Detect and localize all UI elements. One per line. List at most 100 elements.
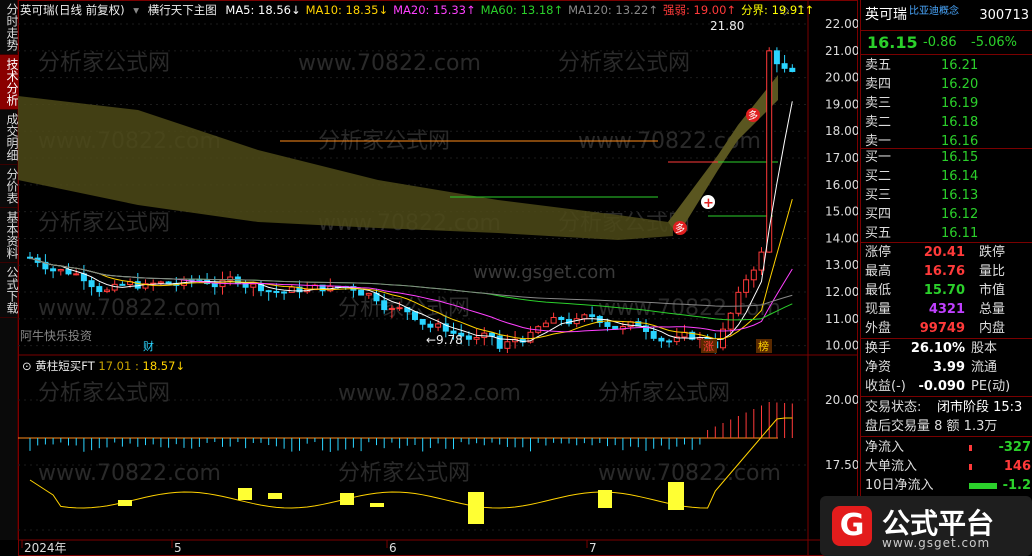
price-axis-label: 19.00 xyxy=(825,97,858,111)
low-annotation: ←9.78 xyxy=(426,333,463,347)
rising-cloud xyxy=(668,75,778,235)
candle-body xyxy=(281,291,288,294)
after-hours-text: 盘后交易量 8 额 1.3万 xyxy=(865,419,998,434)
high-annotation: 21.80 xyxy=(710,19,744,33)
panel-divider xyxy=(861,396,1032,397)
stat2-value: 3.99 xyxy=(932,360,965,375)
stat-row-0: 涨停 20.41 跌停 xyxy=(861,243,1032,262)
ask-row-3: 卖三 16.19 xyxy=(861,94,1032,113)
candle-body xyxy=(396,307,403,310)
candle-body xyxy=(412,311,418,320)
ma-value-5: 强弱: 19.00↑ xyxy=(662,3,737,17)
candle-body xyxy=(211,283,218,288)
bid-price: 16.12 xyxy=(941,207,979,222)
candle-body xyxy=(157,281,164,284)
candle-body xyxy=(273,290,280,293)
stat-label-2: 跌停 xyxy=(979,245,1006,260)
stat-value: 4321 xyxy=(928,302,965,317)
date-axis-label: 5 xyxy=(174,541,182,555)
stock-code: 300713 xyxy=(979,8,1029,23)
stat2-row-1: 净资 3.99 流通 xyxy=(861,358,1032,377)
after-hours-row: 盘后交易量 8 额 1.3万 xyxy=(861,417,1032,436)
panel-divider xyxy=(861,30,1032,31)
chevron-down-icon[interactable]: ▾ xyxy=(133,3,139,17)
stock-title-row: 英可瑞 比亚迪概念 300713 xyxy=(861,6,1032,25)
price-axis-label: 21.00 xyxy=(825,44,858,58)
watermark-text: www.70822.com xyxy=(298,51,481,76)
stat-label-2: 内盘 xyxy=(979,321,1006,336)
stat-label: 最高 xyxy=(865,264,892,279)
candle-body xyxy=(165,281,172,284)
stat-row-1: 最高 16.76 量比 xyxy=(861,262,1032,281)
kline-chart-area[interactable]: 分析家公式网 www.70822.com 分析家公式网 www.70822.com 分析… xyxy=(18,0,858,556)
stat2-row-0: 换手 26.10% 股本 xyxy=(861,339,1032,358)
ma-value-2: MA20: 15.33↑ xyxy=(393,3,476,17)
bid-label: 买三 xyxy=(865,188,892,203)
bid-row-1: 买一 16.15 xyxy=(861,148,1032,167)
flow-bar xyxy=(969,445,972,451)
price-axis-label: 17.00 xyxy=(825,151,858,165)
ma-value-6: 分界: 19.91↑ xyxy=(741,3,815,17)
bid-row-5: 买五 16.11 xyxy=(861,224,1032,243)
sub-yellow-block xyxy=(468,492,484,524)
stat-row-3: 现量 4321 总量 xyxy=(861,300,1032,319)
sub-axis-label: 20.00 xyxy=(825,393,858,407)
bid-price: 16.14 xyxy=(941,169,979,184)
stat-label-2: 市值 xyxy=(979,283,1006,298)
watermark-text: www.70822.com xyxy=(338,381,521,406)
bid-row-4: 买四 16.12 xyxy=(861,205,1032,224)
ask-row-5: 卖五 16.21 xyxy=(861,56,1032,75)
candle-body xyxy=(73,273,80,276)
price-change-pct: -5.06% xyxy=(971,35,1017,50)
watermark-text: 分析家公式网 xyxy=(38,211,170,236)
candle-body xyxy=(558,316,565,321)
stat-row-4: 外盘 99749 内盘 xyxy=(861,319,1032,338)
candle-body xyxy=(581,314,588,320)
candle-body xyxy=(504,341,511,349)
date-axis-label: 2024年 xyxy=(24,541,67,555)
price-change: -0.86 xyxy=(923,35,957,50)
ma-value-0: MA5: 18.56↓ xyxy=(225,3,301,17)
broker-label: 阿牛快乐投资 xyxy=(20,328,92,343)
stat2-value: -0.090 xyxy=(918,379,965,394)
stat2-label-2: PE(动) xyxy=(971,379,1011,394)
indicator-name[interactable]: 横行天下主图 xyxy=(148,3,217,17)
candle-body xyxy=(542,322,549,328)
sub-yellow-block xyxy=(668,482,684,510)
kline-chart-svg[interactable]: 分析家公式网 www.70822.com 分析家公式网 www.70822.com 分析… xyxy=(18,0,858,556)
trade-status-value: 闭市阶段 15:3 xyxy=(937,400,1023,415)
stock-title-name: 英可瑞 xyxy=(865,7,907,23)
price-axis-label: 11.00 xyxy=(825,312,858,326)
stat-label: 涨停 xyxy=(865,245,892,260)
sub-yellow-block xyxy=(118,500,132,506)
left-tab-0[interactable]: 分时走势 xyxy=(0,0,19,55)
candle-body xyxy=(727,312,734,330)
watermark-text: 分析家公式网 xyxy=(558,51,690,76)
sub-indicator-header: ⊙ 黄柱短买FT 17.01 : 18.57↓ xyxy=(22,359,185,373)
flow-label: 大单流入 xyxy=(865,459,918,474)
stat-label: 外盘 xyxy=(865,321,892,336)
logo-g-icon: G xyxy=(832,506,872,546)
flow-value: 146 xyxy=(1003,459,1031,474)
event-marker: 榜 xyxy=(758,339,769,353)
flow-row-0: 净流入 -327 xyxy=(861,438,1032,457)
left-tab-1[interactable]: 技术分析 xyxy=(0,55,19,110)
bid-label: 买四 xyxy=(865,207,892,222)
ma-value-3: MA60: 13.18↑ xyxy=(480,3,564,17)
stock-name-period[interactable]: 英可瑞(日线 前复权) xyxy=(20,3,125,17)
ask-label: 卖二 xyxy=(865,115,892,130)
candle-body xyxy=(50,268,57,272)
stat-label: 最低 xyxy=(865,283,892,298)
left-tab-3[interactable]: 分价表 xyxy=(0,165,19,208)
candle-body xyxy=(750,269,757,281)
stat-value: 15.70 xyxy=(923,283,965,298)
candle-body xyxy=(473,337,480,340)
candle-body xyxy=(550,316,557,324)
candle-body xyxy=(365,292,372,296)
stat2-label: 收益(-) xyxy=(865,379,906,394)
left-tab-2[interactable]: 成交明细 xyxy=(0,110,19,165)
candle-body xyxy=(789,67,796,72)
left-tab-4[interactable]: 基本资料 xyxy=(0,208,19,263)
candle-body xyxy=(489,332,495,337)
left-tab-5[interactable]: 公式下载 xyxy=(0,263,19,318)
